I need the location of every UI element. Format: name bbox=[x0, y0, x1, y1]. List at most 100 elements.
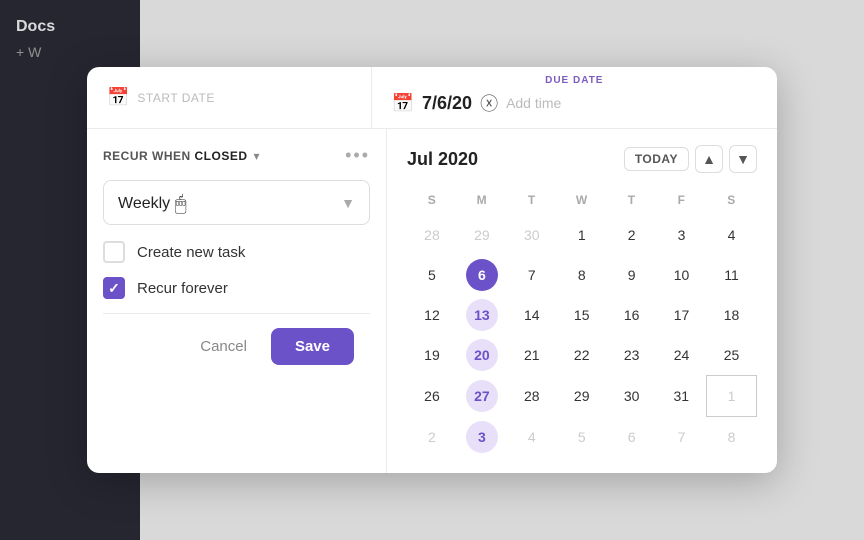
left-panel: RECUR WHEN CLOSED ▾ ••• Weekly 🖱 ▼ bbox=[87, 129, 387, 473]
calendar-day[interactable]: 6 bbox=[607, 417, 657, 458]
calendar-week-row: 26 27 28 29 3031 1 bbox=[407, 376, 757, 417]
calendar-day[interactable]: 8 bbox=[557, 255, 607, 295]
day-number: 10 bbox=[666, 259, 698, 291]
calendar-day[interactable]: 30 bbox=[607, 376, 657, 417]
day-number: 20 bbox=[466, 339, 498, 371]
prev-month-button[interactable]: ▲ bbox=[695, 145, 723, 173]
start-date-label: START DATE bbox=[137, 91, 214, 105]
calendar-day[interactable]: 25 bbox=[707, 335, 757, 376]
day-number: 28 bbox=[516, 380, 548, 412]
calendar-day[interactable]: 20 bbox=[457, 335, 507, 376]
calendar-day[interactable]: 2 bbox=[607, 215, 657, 255]
calendar-day[interactable]: 7 bbox=[507, 255, 557, 295]
due-date-content: 📅 7/6/20 ⓧ Add time bbox=[392, 90, 757, 116]
day-number: 7 bbox=[666, 421, 698, 453]
cursor-icon: 🖱 bbox=[175, 193, 187, 216]
calendar-day[interactable]: 26 bbox=[407, 376, 457, 417]
weekday-fri: F bbox=[657, 189, 707, 215]
calendar-day[interactable]: 6 bbox=[457, 255, 507, 295]
day-number: 25 bbox=[716, 339, 748, 371]
weekday-sat: S bbox=[707, 189, 757, 215]
modal: 📅 START DATE DUE DATE 📅 7/6/20 ⓧ Add tim… bbox=[87, 67, 777, 473]
calendar-day[interactable]: 21 bbox=[507, 335, 557, 376]
recur-forever-row[interactable]: Recur forever bbox=[103, 277, 370, 299]
calendar-day[interactable]: 27 bbox=[457, 376, 507, 417]
calendar-day[interactable]: 2 bbox=[407, 417, 457, 458]
calendar-day[interactable]: 18 bbox=[707, 295, 757, 335]
recur-forever-checkbox[interactable] bbox=[103, 277, 125, 299]
calendar-day[interactable]: 10 bbox=[657, 255, 707, 295]
day-number: 7 bbox=[516, 259, 548, 291]
calendar-day[interactable]: 31 bbox=[657, 376, 707, 417]
weekday-thu: T bbox=[607, 189, 657, 215]
day-number: 16 bbox=[616, 299, 648, 331]
modal-header: 📅 START DATE DUE DATE 📅 7/6/20 ⓧ Add tim… bbox=[87, 67, 777, 129]
add-time-button[interactable]: Add time bbox=[506, 95, 561, 111]
next-month-button[interactable]: ▼ bbox=[729, 145, 757, 173]
calendar-day[interactable]: 4 bbox=[507, 417, 557, 458]
day-number: 5 bbox=[566, 421, 598, 453]
day-number: 19 bbox=[416, 339, 448, 371]
save-button[interactable]: Save bbox=[271, 328, 354, 365]
day-number: 17 bbox=[666, 299, 698, 331]
day-number: 30 bbox=[516, 219, 548, 251]
create-task-checkbox[interactable] bbox=[103, 241, 125, 263]
due-date-field[interactable]: DUE DATE 📅 7/6/20 ⓧ Add time bbox=[372, 67, 777, 128]
calendar-day[interactable]: 5 bbox=[407, 255, 457, 295]
calendar-day[interactable]: 9 bbox=[607, 255, 657, 295]
recur-header: RECUR WHEN CLOSED ▾ ••• bbox=[103, 145, 370, 166]
cancel-button[interactable]: Cancel bbox=[188, 328, 259, 365]
day-number: 31 bbox=[665, 380, 697, 412]
day-number: 4 bbox=[716, 219, 748, 251]
day-number: 6 bbox=[616, 421, 648, 453]
calendar-day[interactable]: 3 bbox=[457, 417, 507, 458]
calendar-day[interactable]: 13 bbox=[457, 295, 507, 335]
calendar-day[interactable]: 14 bbox=[507, 295, 557, 335]
weekday-tue: T bbox=[507, 189, 557, 215]
calendar-week-row: 2829 30 1234 bbox=[407, 215, 757, 255]
create-task-row[interactable]: Create new task bbox=[103, 241, 370, 263]
calendar-grid: S M T W T F S 28293012345678910111213141… bbox=[407, 189, 757, 457]
create-task-label: Create new task bbox=[137, 244, 245, 261]
calendar-day[interactable]: 5 bbox=[557, 417, 607, 458]
modal-footer: Cancel Save bbox=[103, 313, 370, 379]
calendar-day[interactable]: 3 bbox=[657, 215, 707, 255]
today-button[interactable]: TODAY bbox=[624, 147, 689, 171]
calendar-day[interactable]: 11 bbox=[707, 255, 757, 295]
calendar-day[interactable]: 29 bbox=[557, 376, 607, 417]
calendar-day[interactable]: 28 bbox=[407, 215, 457, 255]
due-date-clear-button[interactable]: ⓧ bbox=[480, 90, 498, 116]
calendar-day[interactable]: 16 bbox=[607, 295, 657, 335]
calendar-week-row: 12131415 16 17 18 bbox=[407, 295, 757, 335]
day-number: 3 bbox=[666, 219, 698, 251]
calendar-month-year: Jul 2020 bbox=[407, 149, 478, 170]
start-date-field[interactable]: 📅 START DATE bbox=[87, 67, 372, 128]
day-number: 29 bbox=[566, 380, 598, 412]
calendar-day[interactable]: 1 bbox=[707, 376, 757, 417]
calendar-header: Jul 2020 TODAY ▲ ▼ bbox=[407, 145, 757, 173]
calendar-week-row: 2345678 bbox=[407, 417, 757, 458]
recur-chevron-icon[interactable]: ▾ bbox=[254, 149, 260, 163]
calendar-day[interactable]: 12 bbox=[407, 295, 457, 335]
day-number: 26 bbox=[416, 380, 448, 412]
calendar-day[interactable]: 22 bbox=[557, 335, 607, 376]
calendar-day[interactable]: 17 bbox=[657, 295, 707, 335]
calendar-day[interactable]: 30 bbox=[507, 215, 557, 255]
calendar-day[interactable]: 29 bbox=[457, 215, 507, 255]
calendar-day[interactable]: 15 bbox=[557, 295, 607, 335]
calendar-day[interactable]: 4 bbox=[707, 215, 757, 255]
modal-overlay: 📅 START DATE DUE DATE 📅 7/6/20 ⓧ Add tim… bbox=[0, 0, 864, 540]
recur-more-button[interactable]: ••• bbox=[345, 145, 370, 166]
calendar-day[interactable]: 28 bbox=[507, 376, 557, 417]
calendar-day[interactable]: 1 bbox=[557, 215, 607, 255]
day-number: 6 bbox=[466, 259, 498, 291]
day-number: 5 bbox=[416, 259, 448, 291]
recur-label-part2: CLOSED bbox=[195, 149, 248, 163]
weekday-mon: M bbox=[457, 189, 507, 215]
calendar-day[interactable]: 7 bbox=[657, 417, 707, 458]
frequency-dropdown[interactable]: Weekly 🖱 ▼ bbox=[103, 180, 370, 225]
calendar-day[interactable]: 8 bbox=[707, 417, 757, 458]
calendar-day[interactable]: 19 bbox=[407, 335, 457, 376]
calendar-day[interactable]: 23 bbox=[607, 335, 657, 376]
calendar-day[interactable]: 24 bbox=[657, 335, 707, 376]
